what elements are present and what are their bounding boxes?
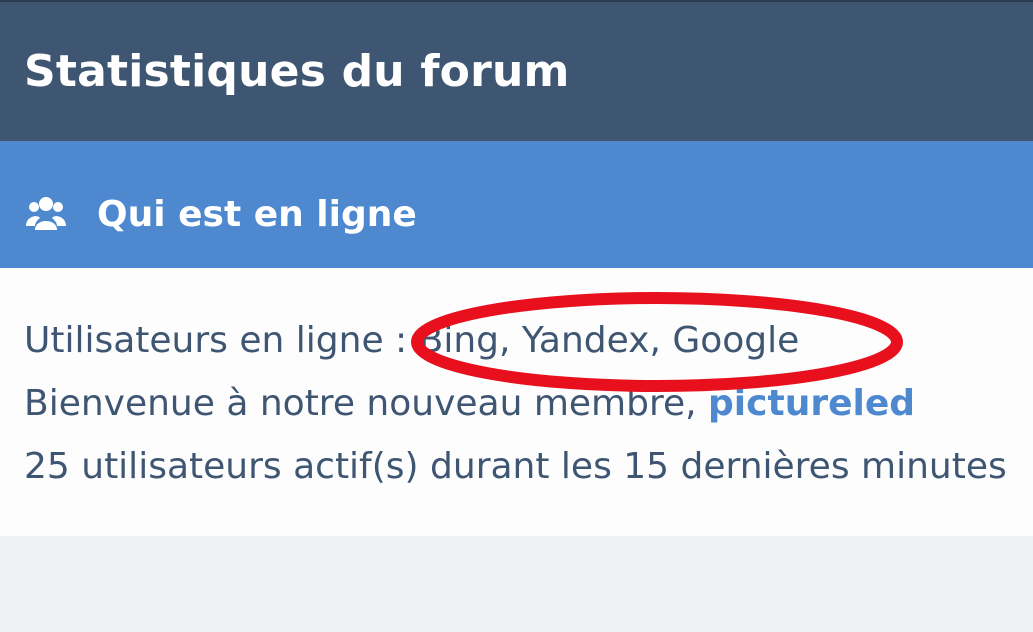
online-panel-title: Qui est en ligne <box>97 194 417 235</box>
active-users-line: 25 utilisateurs actif(s) durant les 15 d… <box>24 446 1007 487</box>
welcome-line: Bienvenue à notre nouveau membre, pictur… <box>24 381 915 427</box>
online-users-label: Utilisateurs en ligne : <box>24 320 419 361</box>
new-member-link[interactable]: pictureled <box>708 383 915 424</box>
forum-stats-page: Statistiques du forum Qui est en ligne U… <box>0 0 1033 632</box>
online-users-line: Utilisateurs en ligne : Bing, Yandex, Go… <box>24 318 799 364</box>
users-icon <box>26 197 66 230</box>
welcome-text: Bienvenue à notre nouveau membre, <box>24 383 709 424</box>
stats-panel-title: Statistiques du forum <box>24 46 570 97</box>
page-footer-area <box>0 536 1033 632</box>
online-users-list: Bing, Yandex, Google <box>418 320 800 361</box>
